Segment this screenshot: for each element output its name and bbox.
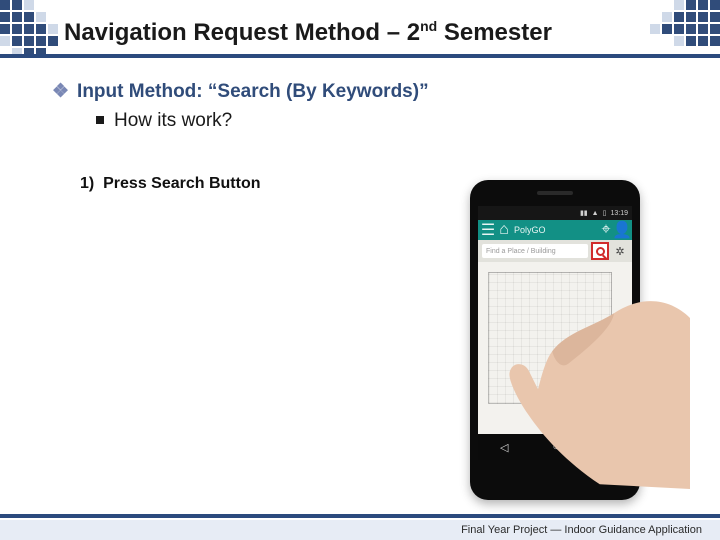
footer-rule [0,514,720,518]
signal-icon: ▮▮ [580,209,588,217]
wifi-icon: ▲ [592,210,599,217]
bullet-input-method: ❖ Input Method: “Search (By Keywords)” [52,80,429,103]
phone-speaker [537,191,573,195]
android-navbar: ◁ ○ □ [478,434,632,460]
bubble-line2: Not Found! [540,415,570,421]
status-bar: ▮▮ ▲ ▯ 13:19 [478,206,632,220]
step-1: 1) Press Search Button [80,175,261,193]
app-logo-icon: ⌂ [498,224,510,236]
recent-icon[interactable]: □ [603,441,610,453]
search-button[interactable] [592,243,608,259]
bullet-how-it-works-label: How its work? [114,110,232,131]
settings-button[interactable]: ✲ [612,243,628,259]
square-bullet-icon [96,116,104,124]
title-underline [0,54,720,58]
corner-deco-left [0,0,70,58]
phone-frame: ▮▮ ▲ ▯ 13:19 ☰ ⌂ PolyGO ⌖ 👤 Find a Place… [470,180,640,500]
home-icon[interactable]: ○ [553,441,560,453]
destination-bubble: Destination Not Found! [533,405,577,426]
search-row: Find a Place / Building ✲ [478,240,632,262]
floorplan-outline [488,272,612,404]
phone-screen: ▮▮ ▲ ▯ 13:19 ☰ ⌂ PolyGO ⌖ 👤 Find a Place… [478,206,632,460]
location-icon[interactable]: ⌖ [600,224,612,236]
bullet-input-method-label: Input Method: “Search (By Keywords)” [77,81,429,102]
gear-icon: ✲ [615,245,624,258]
slide-title: Navigation Request Method – 2nd Semester [64,18,552,47]
status-time: 13:19 [610,210,628,217]
corner-deco-right [650,0,720,46]
battery-icon: ▯ [603,209,607,217]
zoom-in-button[interactable]: ＋ [612,388,628,404]
bullet-how-it-works: How its work? [96,110,232,132]
search-icon [596,247,605,256]
title-tail: Semester [437,19,552,46]
footer-bar: Final Year Project — Indoor Guidance App… [0,520,720,540]
voice-fab[interactable]: 💬 [610,410,628,428]
menu-icon[interactable]: ☰ [482,224,494,236]
user-icon[interactable]: 👤 [616,224,628,236]
speech-icon: 💬 [611,413,627,426]
footer-text: Final Year Project — Indoor Guidance App… [461,524,702,536]
title-sup: nd [420,18,437,34]
step-1-label: 1) Press Search Button [80,175,261,192]
app-bar: ☰ ⌂ PolyGO ⌖ 👤 [478,220,632,240]
map-view[interactable]: ＋ 💬 Destination Not Found! [478,262,632,434]
diamond-bullet-icon: ❖ [52,81,69,102]
app-title: PolyGO [514,225,596,235]
bubble-line1: Destination [540,409,570,415]
title-main: Navigation Request Method – 2 [64,19,420,46]
phone-illustration: ▮▮ ▲ ▯ 13:19 ☰ ⌂ PolyGO ⌖ 👤 Find a Place… [460,180,660,510]
back-icon[interactable]: ◁ [500,441,508,454]
search-input[interactable]: Find a Place / Building [482,244,588,258]
